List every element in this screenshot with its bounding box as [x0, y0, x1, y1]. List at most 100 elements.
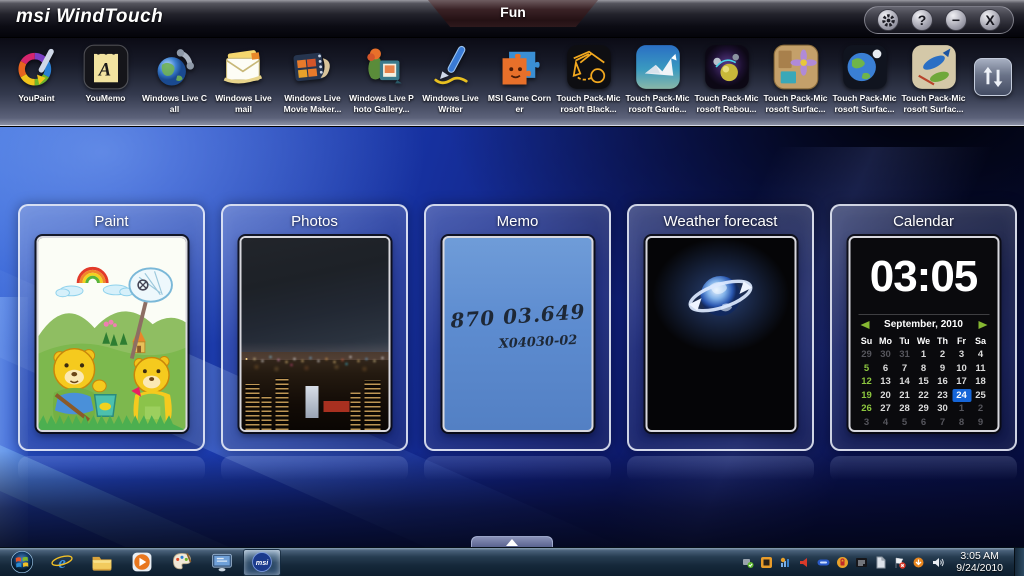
calendar-day[interactable]: 27: [876, 402, 895, 416]
dock-app-movie-maker[interactable]: Windows LiveMovie Maker...: [278, 38, 347, 114]
paint-preview[interactable]: [36, 236, 187, 432]
photos-preview[interactable]: [239, 236, 390, 432]
settings-button[interactable]: [877, 9, 899, 31]
volume-icon[interactable]: [931, 555, 945, 569]
calendar-day[interactable]: 2: [933, 348, 952, 362]
calendar-widget[interactable]: 03:05 September, 2010 SuMoTuWeThFrSa2930…: [848, 236, 999, 432]
dock-app-youpaint[interactable]: YouPaint: [2, 38, 71, 114]
calendar-day[interactable]: 5: [857, 362, 876, 376]
calendar-day[interactable]: 29: [914, 402, 933, 416]
calendar-day[interactable]: 9: [933, 362, 952, 376]
taskbar-msi-windtouch-button[interactable]: msi: [243, 549, 281, 576]
calendar-day[interactable]: 30: [876, 348, 895, 362]
dock-app-label: Touch Pack-Microsoft Surfac...: [899, 93, 968, 114]
dock-app-photo-gallery[interactable]: Windows Live Photo Gallery...: [347, 38, 416, 114]
tab-fun[interactable]: Fun: [428, 0, 598, 27]
calendar-day[interactable]: 28: [895, 402, 914, 416]
document-app-icon[interactable]: [874, 555, 888, 569]
taskbar-display-settings-button[interactable]: [203, 549, 241, 576]
taskbar-start-button[interactable]: [3, 549, 41, 576]
memo-preview[interactable]: 870 03.649 X04030-02: [442, 236, 593, 432]
calendar-day[interactable]: 14: [895, 375, 914, 389]
card-photos[interactable]: Photos: [221, 204, 408, 451]
calendar-day[interactable]: 17: [952, 375, 971, 389]
calendar-day[interactable]: 29: [857, 348, 876, 362]
taskbar-paint-app-button[interactable]: [163, 549, 201, 576]
expand-handle[interactable]: [471, 536, 553, 547]
taskbar-clock[interactable]: 3:05 AM 9/24/2010: [947, 550, 1012, 574]
calendar-day[interactable]: 16: [933, 375, 952, 389]
dock-app-live-writer[interactable]: Windows LiveWriter: [416, 38, 485, 114]
calendar-day[interactable]: 7: [895, 362, 914, 376]
dock-app-youmemo[interactable]: AYouMemo: [71, 38, 140, 114]
taskbar-windows-explorer-button[interactable]: [83, 549, 121, 576]
calendar-prev-icon[interactable]: [860, 321, 869, 329]
calendar-day[interactable]: 7: [933, 416, 952, 430]
msi-utility-icon[interactable]: [817, 555, 831, 569]
network-status-icon[interactable]: [779, 555, 793, 569]
calendar-day[interactable]: 10: [952, 362, 971, 376]
live-mail-icon: [220, 43, 268, 91]
console-app-icon[interactable]: [855, 555, 869, 569]
dock-app-tp-surface-globe[interactable]: Touch Pack-Microsoft Surfac...: [830, 38, 899, 114]
calendar-day[interactable]: 4: [876, 416, 895, 430]
calendar-day[interactable]: 4: [971, 348, 990, 362]
dock-app-tp-garden[interactable]: Touch Pack-Microsoft Garde...: [623, 38, 692, 114]
calendar-next-icon[interactable]: [978, 321, 987, 329]
dock-app-tp-blackboard[interactable]: Touch Pack-Microsoft Black...: [554, 38, 623, 114]
safely-remove-hardware-icon[interactable]: [741, 555, 755, 569]
dock-app-live-mail[interactable]: Windows Livemail: [209, 38, 278, 114]
card-memo[interactable]: Memo 870 03.649 X04030-02: [424, 204, 611, 451]
calendar-day[interactable]: 20: [876, 389, 895, 403]
calendar-day[interactable]: 26: [857, 402, 876, 416]
security-alert-icon[interactable]: [836, 555, 850, 569]
building: [364, 380, 380, 430]
taskbar-media-player-button[interactable]: [123, 549, 161, 576]
calendar-day[interactable]: 2: [971, 402, 990, 416]
action-center-icon[interactable]: [893, 555, 907, 569]
calendar-day[interactable]: 21: [895, 389, 914, 403]
dock-app-game-corner[interactable]: MSI Game Corner: [485, 38, 554, 114]
calendar-day[interactable]: 12: [857, 375, 876, 389]
show-desktop-button[interactable]: [1014, 548, 1024, 576]
card-weather[interactable]: Weather forecast: [627, 204, 814, 451]
close-button[interactable]: X: [979, 9, 1001, 31]
weather-preview[interactable]: [645, 236, 796, 432]
calendar-day[interactable]: 8: [952, 416, 971, 430]
sync-button[interactable]: [974, 58, 1012, 96]
calendar-day[interactable]: 1: [914, 348, 933, 362]
calendar-day[interactable]: 25: [971, 389, 990, 403]
calendar-day-selected[interactable]: 24: [952, 389, 971, 403]
calendar-day[interactable]: 19: [857, 389, 876, 403]
calendar-day[interactable]: 31: [895, 348, 914, 362]
dock-app-tp-surface-lagoon[interactable]: Touch Pack-Microsoft Surfac...: [761, 38, 830, 114]
audio-alert-icon[interactable]: [798, 555, 812, 569]
calendar-day[interactable]: 18: [971, 375, 990, 389]
calendar-day[interactable]: 15: [914, 375, 933, 389]
card-paint[interactable]: Paint: [18, 204, 205, 451]
orange-utility-icon[interactable]: [760, 555, 774, 569]
calendar-day[interactable]: 1: [952, 402, 971, 416]
calendar-day[interactable]: 13: [876, 375, 895, 389]
taskbar-internet-explorer-button[interactable]: e: [43, 549, 81, 576]
calendar-day[interactable]: 30: [933, 402, 952, 416]
dock-app-label: MSI Game Corner: [485, 93, 554, 114]
calendar-day[interactable]: 3: [952, 348, 971, 362]
calendar-day[interactable]: 8: [914, 362, 933, 376]
calendar-day[interactable]: 9: [971, 416, 990, 430]
calendar-day[interactable]: 6: [876, 362, 895, 376]
calendar-day[interactable]: 23: [933, 389, 952, 403]
calendar-day[interactable]: 11: [971, 362, 990, 376]
calendar-day[interactable]: 5: [895, 416, 914, 430]
dock-app-live-call[interactable]: Windows Live Call: [140, 38, 209, 114]
minimize-button[interactable]: −: [945, 9, 967, 31]
help-button[interactable]: ?: [911, 9, 933, 31]
dock-app-tp-rebound[interactable]: Touch Pack-Microsoft Rebou...: [692, 38, 761, 114]
taskbar-buttons: e msi: [0, 548, 282, 576]
card-calendar[interactable]: Calendar 03:05 September, 2010 SuMoTuWeT…: [830, 204, 1017, 451]
windows-update-icon[interactable]: [912, 555, 926, 569]
calendar-day[interactable]: 3: [857, 416, 876, 430]
calendar-day[interactable]: 6: [914, 416, 933, 430]
calendar-day[interactable]: 22: [914, 389, 933, 403]
dock-app-tp-surface-pond[interactable]: Touch Pack-Microsoft Surfac...: [899, 38, 968, 114]
